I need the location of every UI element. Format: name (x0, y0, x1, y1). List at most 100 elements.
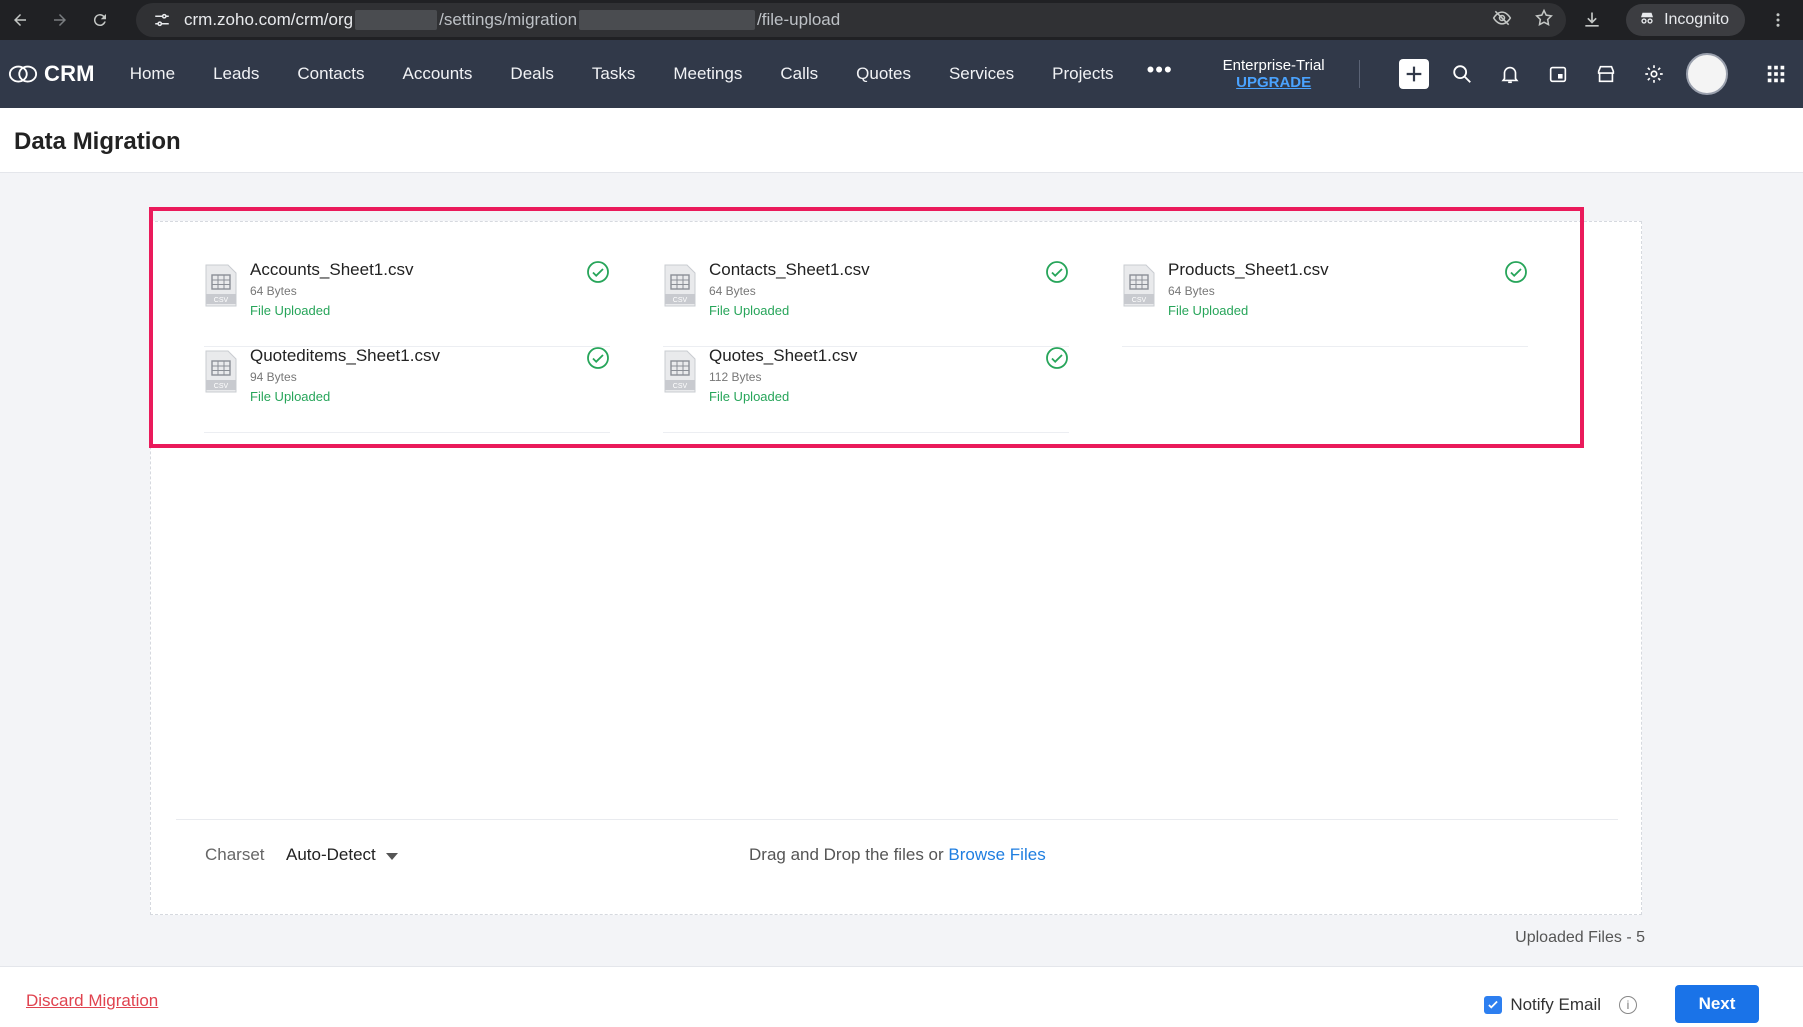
nav-deals[interactable]: Deals (491, 64, 572, 84)
bookmark-star-icon[interactable] (1534, 8, 1554, 33)
file-item: CSV Quoteditems_Sheet1.csv 94 Bytes File Up… (204, 346, 610, 433)
url-redaction (355, 10, 438, 30)
address-bar[interactable]: crm.zoho.com/crm/org /settings/migration… (136, 3, 1566, 37)
avatar[interactable] (1685, 53, 1728, 95)
file-name: Accounts_Sheet1.csv (250, 260, 414, 279)
browser-menu-icon[interactable] (1763, 11, 1793, 29)
check-circle-icon (587, 347, 609, 369)
calendar-icon[interactable] (1534, 63, 1582, 85)
csv-file-icon-label: CSV (673, 383, 688, 390)
plan-info: Enterprise-Trial UPGRADE (1223, 57, 1325, 91)
file-name: Products_Sheet1.csv (1168, 260, 1329, 279)
download-icon[interactable] (1582, 10, 1602, 30)
incognito-icon (1638, 9, 1656, 32)
file-size: 64 Bytes (1168, 284, 1215, 298)
csv-file-icon: CSV (205, 264, 237, 307)
incognito-label: Incognito (1664, 11, 1729, 28)
uploaded-files-count: Uploaded Files - 5 (1515, 929, 1645, 946)
csv-file-icon-label: CSV (673, 297, 688, 304)
nav-quotes[interactable]: Quotes (837, 64, 930, 84)
file-status: File Uploaded (1168, 303, 1249, 318)
file-size: 94 Bytes (250, 370, 297, 384)
file-item: CSV Accounts_Sheet1.csv 64 Bytes File Uploa… (204, 260, 610, 347)
csv-file-icon-label: CSV (1132, 297, 1147, 304)
nav-contacts[interactable]: Contacts (278, 64, 383, 84)
file-name: Contacts_Sheet1.csv (709, 260, 870, 279)
file-size: 64 Bytes (250, 284, 297, 298)
file-item: CSV Products_Sheet1.csv 64 Bytes File Uploa… (1122, 260, 1528, 347)
csv-file-icon: CSV (1123, 264, 1155, 307)
csv-file-icon-label: CSV (214, 383, 229, 390)
check-circle-icon (1046, 261, 1068, 283)
apps-grid-icon[interactable] (1752, 63, 1800, 85)
back-icon[interactable] (0, 0, 40, 40)
file-status: File Uploaded (709, 389, 790, 404)
logo-text: CRM (44, 61, 95, 86)
csv-file-icon: CSV (664, 264, 696, 307)
file-size: 112 Bytes (709, 370, 762, 384)
file-item: CSV Contacts_Sheet1.csv 64 Bytes File Uploa… (663, 260, 1069, 347)
create-button[interactable] (1390, 59, 1438, 89)
nav-calls[interactable]: Calls (761, 64, 837, 84)
nav-accounts[interactable]: Accounts (383, 64, 491, 84)
notify-email-option[interactable]: Notify Email i (1484, 995, 1637, 1015)
nav-home[interactable]: Home (111, 64, 194, 84)
marketplace-icon[interactable] (1582, 63, 1630, 85)
reload-icon[interactable] (80, 0, 120, 40)
url-segment: /settings/migration (439, 10, 578, 29)
url-text: crm.zoho.com/crm/org /settings/migration… (184, 10, 840, 30)
gear-icon[interactable] (1630, 63, 1678, 85)
notify-email-checkbox[interactable] (1484, 996, 1503, 1014)
notify-email-label: Notify Email (1510, 995, 1601, 1014)
csv-file-icon: CSV (205, 350, 237, 393)
url-segment: crm.zoho.com/crm/org (184, 10, 354, 29)
check-circle-icon (587, 261, 609, 283)
file-status: File Uploaded (709, 303, 790, 318)
check-circle-icon (1505, 261, 1527, 283)
url-segment: /file-upload (757, 10, 841, 29)
eye-off-icon[interactable] (1492, 8, 1512, 33)
forward-icon[interactable] (40, 0, 80, 40)
bell-icon[interactable] (1486, 63, 1534, 85)
plan-name: Enterprise-Trial (1222, 57, 1325, 74)
nav-leads[interactable]: Leads (194, 64, 278, 84)
file-name: Quoteditems_Sheet1.csv (250, 346, 440, 365)
drop-instructions: Drag and Drop the files or Browse Files (749, 845, 1046, 865)
nav-services[interactable]: Services (930, 64, 1033, 84)
file-size: 64 Bytes (709, 284, 756, 298)
discard-migration-link[interactable]: Discard Migration (26, 991, 158, 1011)
browse-files-link[interactable]: Browse Files (948, 845, 1045, 864)
info-icon[interactable]: i (1619, 996, 1637, 1014)
panel-divider (176, 819, 1618, 820)
action-footer: Discard Migration Notify Email i Next (0, 966, 1803, 1027)
charset-dropdown[interactable]: Auto-Detect (286, 845, 398, 865)
header-divider (1358, 60, 1360, 88)
incognito-badge[interactable]: Incognito (1626, 4, 1745, 36)
browser-toolbar: crm.zoho.com/crm/org /settings/migration… (0, 0, 1803, 40)
nav-projects[interactable]: Projects (1033, 64, 1132, 84)
search-icon[interactable] (1438, 63, 1486, 85)
upgrade-link[interactable]: UPGRADE (1223, 74, 1325, 91)
drop-text: Drag and Drop the files or (749, 845, 949, 864)
charset-value: Auto-Detect (286, 845, 376, 864)
file-name: Quotes_Sheet1.csv (709, 346, 858, 365)
nav-tasks[interactable]: Tasks (573, 64, 654, 84)
crm-logo[interactable]: CRM (8, 61, 95, 87)
csv-file-icon: CSV (664, 350, 696, 393)
main-nav: Home Leads Contacts Accounts Deals Tasks… (111, 57, 1187, 84)
site-settings-icon[interactable] (150, 8, 174, 32)
caret-down-icon (385, 852, 398, 860)
crm-top-bar: CRM Home Leads Contacts Accounts Deals T… (0, 40, 1803, 108)
nav-meetings[interactable]: Meetings (654, 64, 761, 84)
charset-label: Charset (205, 845, 265, 864)
page-title: Data Migration (14, 128, 181, 155)
url-redaction (579, 10, 756, 30)
page-header: Data Migration (0, 108, 1803, 173)
more-modules-icon[interactable]: ••• (1133, 57, 1187, 83)
next-button[interactable]: Next (1675, 985, 1759, 1023)
checkmark-icon (1488, 1000, 1499, 1009)
file-item: CSV Quotes_Sheet1.csv 112 Bytes File Upload… (663, 346, 1069, 433)
zoho-logo-icon (8, 65, 38, 83)
plus-icon (1398, 59, 1429, 89)
csv-file-icon-label: CSV (214, 297, 229, 304)
